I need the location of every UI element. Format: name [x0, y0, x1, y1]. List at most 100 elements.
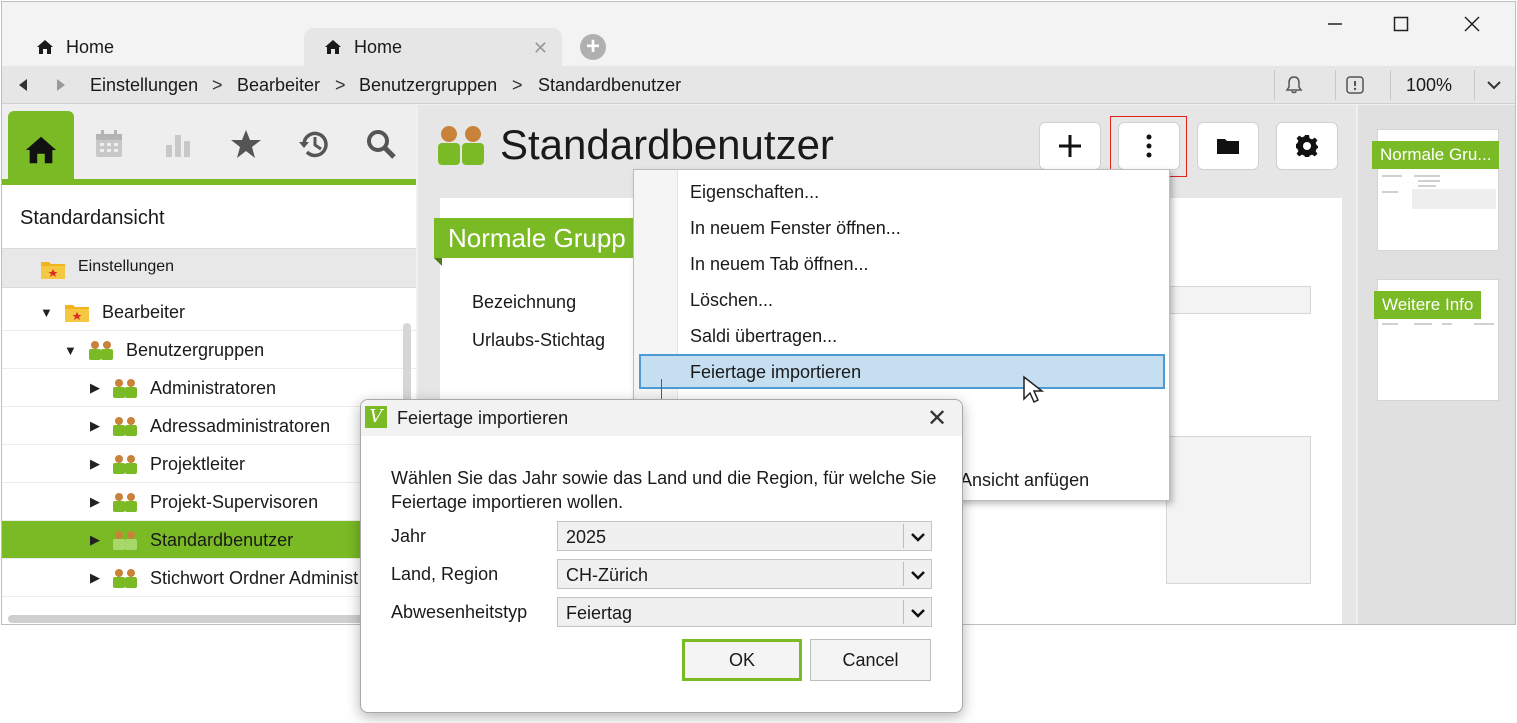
expand-arrow-icon[interactable]: ▼ — [64, 343, 77, 358]
group-icon — [89, 341, 113, 360]
mouse-cursor-icon — [1023, 375, 1044, 404]
close-window-icon[interactable] — [1457, 12, 1487, 36]
expand-arrow-icon[interactable]: ▼ — [40, 305, 53, 320]
collapse-arrow-icon[interactable]: ▶ — [90, 570, 100, 586]
tab-home-1[interactable]: Home — [36, 28, 114, 66]
breadcrumb-item[interactable]: Bearbeiter — [237, 75, 320, 96]
tree-item-standardbenutzer[interactable]: ▶ Standardbenutzer — [2, 521, 416, 559]
tree-item-bearbeiter[interactable]: ▼ Bearbeiter — [2, 293, 416, 331]
chevron-down-icon[interactable] — [909, 604, 927, 622]
tab-label: Home — [354, 36, 403, 57]
view-title[interactable]: Standardansicht — [20, 207, 165, 230]
tree-item-label: Bearbeiter — [102, 302, 186, 322]
maximize-icon[interactable] — [1386, 12, 1416, 36]
menu-item-neues-fenster[interactable]: In neuem Fenster öffnen... — [690, 218, 901, 239]
zoom-level[interactable]: 100% — [1406, 75, 1452, 96]
tree-item-label: Projekt-Supervisoren — [150, 492, 319, 512]
year-value: 2025 — [566, 527, 607, 547]
menu-item-saldi[interactable]: Saldi übertragen... — [690, 326, 837, 347]
close-tab-icon[interactable]: ✕ — [533, 38, 548, 59]
breadcrumb-bar: Einstellungen > Bearbeiter > Benutzergru… — [2, 66, 1515, 104]
group-icon — [113, 417, 137, 436]
ok-button[interactable]: OK — [682, 639, 802, 681]
divider — [1390, 70, 1391, 100]
dialog-description: Wählen Sie das Jahr sowie das Land und d… — [391, 468, 937, 512]
collapse-arrow-icon[interactable]: ▶ — [90, 494, 100, 510]
thumbnail-line — [1414, 175, 1440, 177]
nav-home-tab[interactable] — [8, 111, 74, 185]
folder-button[interactable] — [1197, 122, 1259, 170]
thumbnail-box — [1412, 189, 1496, 209]
horizontal-scrollbar[interactable] — [8, 615, 398, 623]
minimize-icon[interactable] — [1320, 12, 1350, 36]
combo-divider — [903, 524, 904, 548]
absence-type-dropdown[interactable]: Feiertag — [557, 597, 932, 627]
group-icon — [113, 493, 137, 512]
dialog-title: Feiertage importieren — [397, 408, 569, 428]
settings-button[interactable] — [1276, 122, 1338, 170]
thumbnail-line — [1382, 175, 1402, 177]
chart-icon[interactable] — [161, 127, 195, 161]
tab-home-2[interactable]: Home ✕ — [304, 28, 562, 66]
alert-icon[interactable] — [1345, 75, 1365, 95]
star-icon[interactable] — [229, 127, 263, 161]
menu-item-feiertage-importieren[interactable]: Feiertage importieren — [690, 362, 861, 383]
breadcrumb-item[interactable]: Einstellungen — [90, 75, 198, 96]
collapse-arrow-icon[interactable]: ▶ — [90, 418, 100, 434]
tree-item-label: Standardbenutzer — [150, 530, 294, 550]
breadcrumb-separator: > — [335, 75, 346, 95]
search-icon[interactable] — [364, 127, 398, 161]
tree-item-label: Administratoren — [150, 378, 277, 398]
add-tab-icon[interactable]: + — [580, 34, 606, 60]
cancel-button[interactable]: Cancel — [810, 639, 931, 681]
tree-item-benutzergruppen[interactable]: ▼ Benutzergruppen — [2, 331, 416, 369]
collapse-arrow-icon[interactable]: ▶ — [90, 380, 100, 396]
tree-item-label: Benutzergruppen — [126, 340, 265, 360]
tree-item-stichwort-ordner[interactable]: ▶ Stichwort Ordner Administ — [2, 559, 416, 597]
field-label-jahr: Jahr — [391, 526, 427, 546]
folder-icon — [1217, 139, 1239, 154]
menu-item-neuer-tab[interactable]: In neuem Tab öffnen... — [690, 254, 868, 275]
divider — [1474, 70, 1475, 100]
absence-type-value: Feiertag — [566, 603, 633, 623]
menu-item-loeschen[interactable]: Löschen... — [690, 290, 773, 311]
year-dropdown[interactable]: 2025 — [557, 521, 932, 551]
tree-item-projekt-supervisoren[interactable]: ▶ Projekt-Supervisoren — [2, 483, 416, 521]
chevron-down-icon[interactable] — [909, 528, 927, 546]
tree-item-einstellungen[interactable]: Einstellungen — [2, 248, 416, 288]
tree-item-projektleiter[interactable]: ▶ Projektleiter — [2, 445, 416, 483]
region-dropdown[interactable]: CH-Zürich — [557, 559, 932, 589]
divider — [1274, 70, 1275, 100]
import-holidays-dialog: V Feiertage importieren ✕ Wählen Sie das… — [360, 399, 963, 713]
close-icon[interactable]: ✕ — [927, 404, 947, 433]
app-logo-icon: V — [365, 406, 387, 428]
collapse-arrow-icon[interactable]: ▶ — [90, 532, 100, 548]
collapse-arrow-icon[interactable]: ▶ — [90, 456, 100, 472]
thumbnail-line — [1418, 180, 1440, 182]
combo-divider — [903, 562, 904, 586]
chevron-down-icon[interactable] — [1486, 78, 1502, 92]
ribbon-fold — [434, 258, 442, 266]
menu-item-eigenschaften[interactable]: Eigenschaften... — [690, 182, 819, 203]
thumbnail-line — [1414, 323, 1432, 325]
history-icon[interactable] — [297, 127, 331, 161]
description-field[interactable] — [1166, 436, 1311, 584]
tab-label: Home — [66, 36, 115, 57]
field-label-urlaubs-stichtag: Urlaubs-Stichtag — [472, 330, 606, 350]
tree-item-administratoren[interactable]: ▶ Administratoren — [2, 369, 416, 407]
group-icon — [113, 379, 137, 398]
bell-icon[interactable] — [1284, 75, 1304, 95]
menu-item-ansicht-anfuegen[interactable]: Ansicht anfügen — [960, 470, 1089, 491]
add-button[interactable] — [1039, 122, 1101, 170]
bezeichnung-field[interactable] — [1166, 286, 1311, 314]
breadcrumb-item[interactable]: Standardbenutzer — [538, 75, 681, 96]
thumbnail-line — [1442, 323, 1452, 325]
forward-arrow-icon[interactable] — [54, 78, 68, 92]
chevron-down-icon[interactable] — [909, 566, 927, 584]
breadcrumb-item[interactable]: Benutzergruppen — [359, 75, 497, 96]
tree-item-adressadministratoren[interactable]: ▶ Adressadministratoren — [2, 407, 416, 445]
tree-item-label: Projektleiter — [150, 454, 246, 474]
back-arrow-icon[interactable] — [16, 78, 30, 92]
divider — [1335, 70, 1336, 100]
calendar-icon[interactable] — [92, 127, 126, 161]
